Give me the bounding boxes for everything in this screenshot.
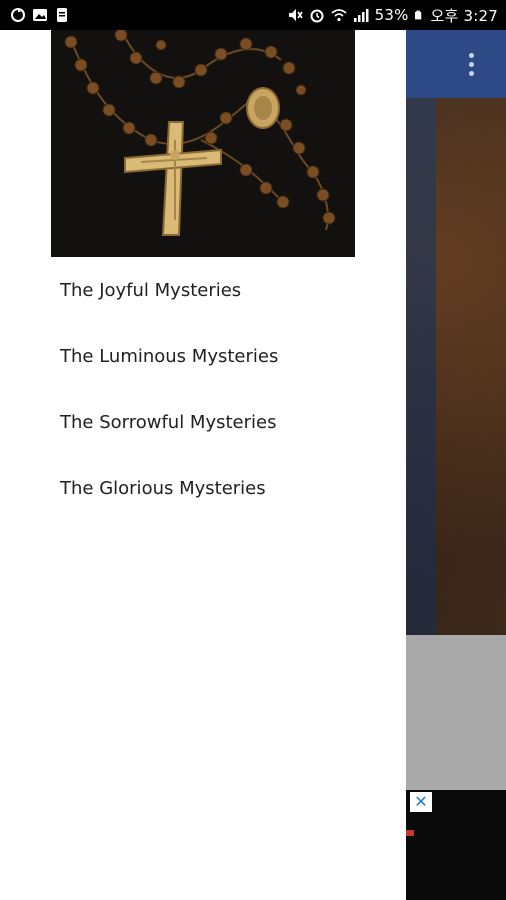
ad-accent-mark	[406, 830, 414, 836]
status-left-icons	[10, 7, 70, 23]
ad-close-icon[interactable]: ✕	[410, 792, 432, 812]
menu-item-luminous-mysteries[interactable]: The Luminous Mysteries	[0, 323, 406, 389]
status-time: 오후 3:27	[430, 6, 498, 25]
alarm-icon	[310, 9, 324, 23]
mute-icon	[288, 9, 303, 21]
more-vert-icon[interactable]	[456, 48, 486, 80]
battery-percent: 53%	[374, 6, 409, 24]
rosary-illustration	[51, 30, 355, 257]
mysteries-menu: The Joyful Mysteries The Luminous Myster…	[0, 257, 406, 521]
gallery-icon	[33, 9, 47, 21]
signal-icon	[353, 9, 369, 22]
menu-item-glorious-mysteries[interactable]: The Glorious Mysteries	[0, 455, 406, 521]
navigation-drawer: The Joyful Mysteries The Luminous Myster…	[0, 30, 406, 900]
rosary-crucifix-image	[51, 30, 355, 257]
menu-item-sorrowful-mysteries[interactable]: The Sorrowful Mysteries	[0, 389, 406, 455]
painting-detail	[406, 98, 436, 635]
status-right-icons: 53% 오후 3:27	[287, 5, 498, 26]
clipboard-icon	[57, 8, 67, 22]
sync-icon	[11, 8, 25, 22]
status-bar: 53% 오후 3:27	[0, 0, 506, 30]
menu-item-joyful-mysteries[interactable]: The Joyful Mysteries	[0, 257, 406, 323]
battery-icon	[414, 10, 421, 20]
wifi-icon	[331, 9, 347, 22]
